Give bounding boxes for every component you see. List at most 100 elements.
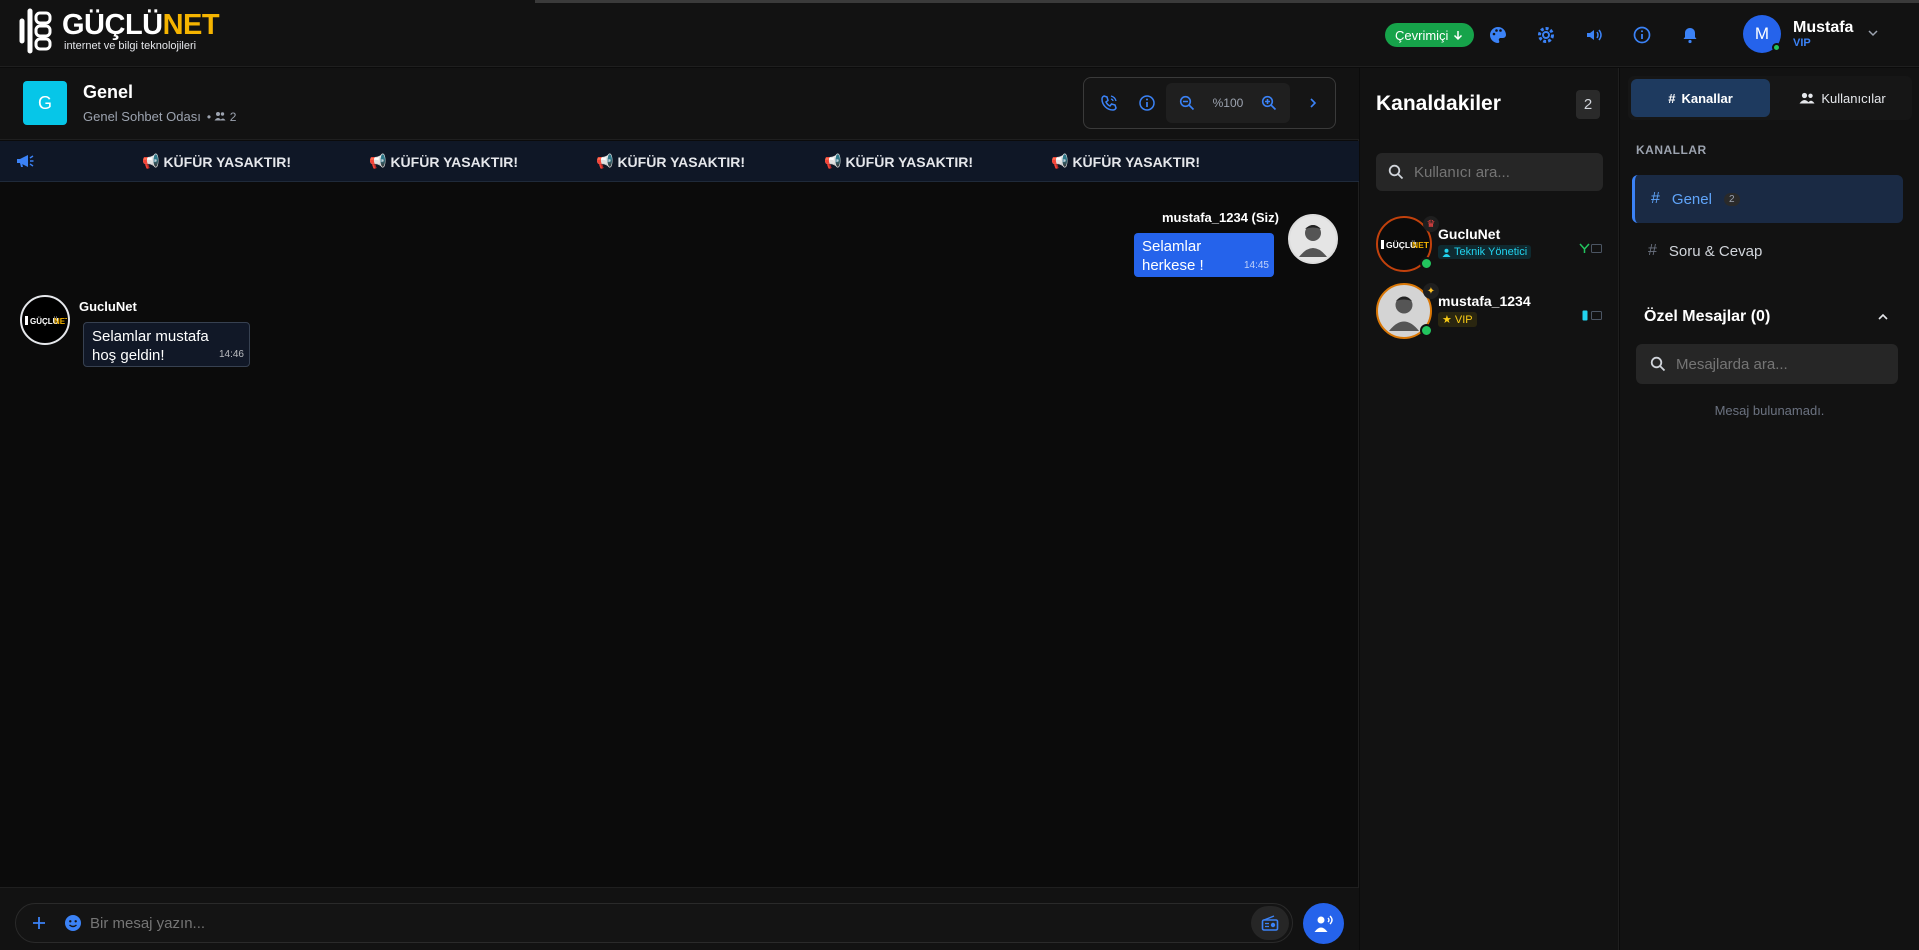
palette-icon[interactable] [1485, 22, 1511, 48]
zoom-level: %100 [1212, 96, 1244, 110]
megaphone-icon: 📢 [369, 153, 387, 169]
message-icon[interactable] [1591, 244, 1602, 253]
message-composer [0, 887, 1359, 950]
member-search-input[interactable] [1414, 163, 1594, 181]
search-icon [1388, 164, 1404, 180]
hash-icon: # [1668, 90, 1676, 106]
tab-channels[interactable]: # Kanallar [1631, 79, 1770, 117]
status-dropdown[interactable]: Çevrimiçi [1385, 23, 1475, 47]
private-messages-heading: Özel Mesajlar (0) [1644, 308, 1771, 325]
zoom-in-icon[interactable] [1250, 84, 1288, 122]
brand-tagline: internet ve bilgi teknolojileri [64, 40, 197, 52]
radio-icon[interactable] [1251, 906, 1289, 940]
room-info-icon[interactable] [1128, 84, 1166, 122]
room-header: G Genel Genel Sohbet Odası • 2 %100 [0, 68, 1359, 140]
guclunet-logo-icon: GÜÇLÜNET [1381, 240, 1429, 250]
tab-users[interactable]: Kullanıcılar [1773, 76, 1912, 120]
room-member-count: • 2 [206, 109, 237, 124]
ticker-item: 📢 KÜFÜR YASAKTIR! [142, 153, 291, 170]
network-icon [1579, 243, 1590, 253]
plus-icon[interactable] [22, 916, 56, 930]
zoom-control: %100 [1166, 83, 1290, 123]
hash-icon: # [1648, 242, 1657, 259]
crown-icon: ♛ [1423, 216, 1439, 232]
ticker-item: 📢 KÜFÜR YASAKTIR! [824, 153, 973, 170]
avatar[interactable] [1288, 214, 1338, 264]
megaphone-icon: 📢 [1051, 153, 1069, 169]
ticker-text: KÜFÜR YASAKTIR! [1072, 153, 1201, 170]
settings-icon[interactable] [1533, 22, 1559, 48]
megaphone-icon: 📢 [142, 153, 160, 169]
arrow-down-icon [1454, 31, 1463, 41]
channel-count-badge: 2 [1723, 192, 1740, 206]
star-icon: ★ [1442, 314, 1452, 326]
channels-heading: KANALLAR [1636, 143, 1707, 157]
member-item[interactable]: GÜÇLÜ NET ♛ GucluNet Teknik Yönetici [1376, 216, 1603, 274]
volume-icon[interactable] [1581, 22, 1607, 48]
room-badge: G [23, 81, 67, 125]
user-rank: VIP [1793, 37, 1811, 49]
users-icon [1799, 92, 1815, 104]
message-search-input[interactable] [1676, 355, 1886, 373]
zoom-out-icon[interactable] [1168, 84, 1206, 122]
ticker-text: KÜFÜR YASAKTIR! [617, 153, 746, 170]
message-sender: mustafa_1234 (Siz) [1161, 210, 1279, 225]
call-icon[interactable] [1090, 84, 1128, 122]
message-bubble: Selamlar mustafa hoş geldin! 14:46 [83, 322, 250, 367]
avatar[interactable]: GÜÇLÜNET [20, 295, 70, 345]
chevron-up-icon[interactable] [1876, 310, 1890, 329]
chevron-right-icon[interactable] [1294, 84, 1332, 122]
members-title: Kanaldakiler [1376, 92, 1501, 115]
chat-panel: G Genel Genel Sohbet Odası • 2 %100 📢 KÜ… [0, 68, 1359, 950]
message-bubble: Selamlar herkese ! 14:45 [1134, 233, 1274, 277]
members-count-badge: 2 [1576, 90, 1600, 119]
top-bar: GÜÇLÜNET internet ve bilgi teknolojileri… [0, 0, 1919, 67]
channel-name: Genel [1671, 190, 1712, 208]
message-search [1636, 344, 1898, 384]
user-name: Mustafa [1793, 19, 1854, 36]
bell-icon[interactable] [1677, 22, 1703, 48]
brand-logo[interactable]: GÜÇLÜNET internet ve bilgi teknolojileri [18, 7, 220, 55]
star-icon: ✦ [1423, 283, 1439, 299]
info-icon[interactable] [1629, 22, 1655, 48]
room-description: Genel Sohbet Odası [83, 109, 201, 124]
message-text: Selamlar mustafa [92, 328, 209, 345]
ticker-item: 📢 KÜFÜR YASAKTIR! [596, 153, 745, 170]
emoji-icon[interactable] [56, 914, 90, 932]
member-count-value: 2 [229, 109, 237, 124]
online-indicator [1420, 257, 1433, 270]
guclunet-logo-icon: GÜÇLÜNET [25, 316, 67, 326]
avatar-initial: M [1754, 24, 1770, 43]
message-sender: GucluNet [79, 299, 137, 314]
member-name: GucluNet [1438, 226, 1501, 242]
online-indicator [1772, 43, 1781, 52]
online-indicator [1420, 324, 1433, 337]
member-name: mustafa_1234 [1438, 293, 1531, 309]
ticker-item: 📢 KÜFÜR YASAKTIR! [369, 153, 518, 170]
status-label: Çevrimiçi [1395, 27, 1449, 43]
members-panel: Kanaldakiler 2 GÜÇLÜNET ♛ GucluNet Tekni… [1360, 68, 1619, 950]
member-role: Teknik Yönetici [1454, 246, 1528, 258]
brand-name: GÜÇLÜNET [62, 9, 220, 41]
member-search [1376, 153, 1603, 191]
ticker-text: KÜFÜR YASAKTIR! [163, 153, 292, 170]
user-menu[interactable]: M Mustafa VIP [1743, 15, 1853, 53]
member-item[interactable]: ✦ mustafa_1234 ★ VIP [1376, 283, 1603, 341]
user-icon [1442, 248, 1451, 257]
message-input[interactable] [90, 914, 1251, 932]
member-role: VIP [1454, 313, 1473, 326]
channel-item-genel[interactable]: # Genel 2 [1632, 175, 1903, 223]
message-icon[interactable] [1591, 311, 1602, 320]
channel-name: Soru & Cevap [1668, 242, 1763, 260]
chevron-down-icon[interactable] [1866, 26, 1880, 45]
ticker-text: KÜFÜR YASAKTIR! [845, 153, 974, 170]
svg-text:NET: NET [54, 317, 67, 326]
message-text: Selamlar [1142, 238, 1202, 255]
brand-name-main: GÜÇLÜ [62, 9, 163, 41]
voice-button[interactable] [1303, 903, 1344, 944]
message-time: 14:45 [1243, 260, 1269, 271]
channel-item-soru-cevap[interactable]: # Soru & Cevap [1632, 227, 1903, 275]
avatar: M [1743, 15, 1781, 53]
tab-label: Kullanıcılar [1821, 90, 1886, 106]
member-role-badge: Teknik Yönetici [1438, 245, 1532, 259]
